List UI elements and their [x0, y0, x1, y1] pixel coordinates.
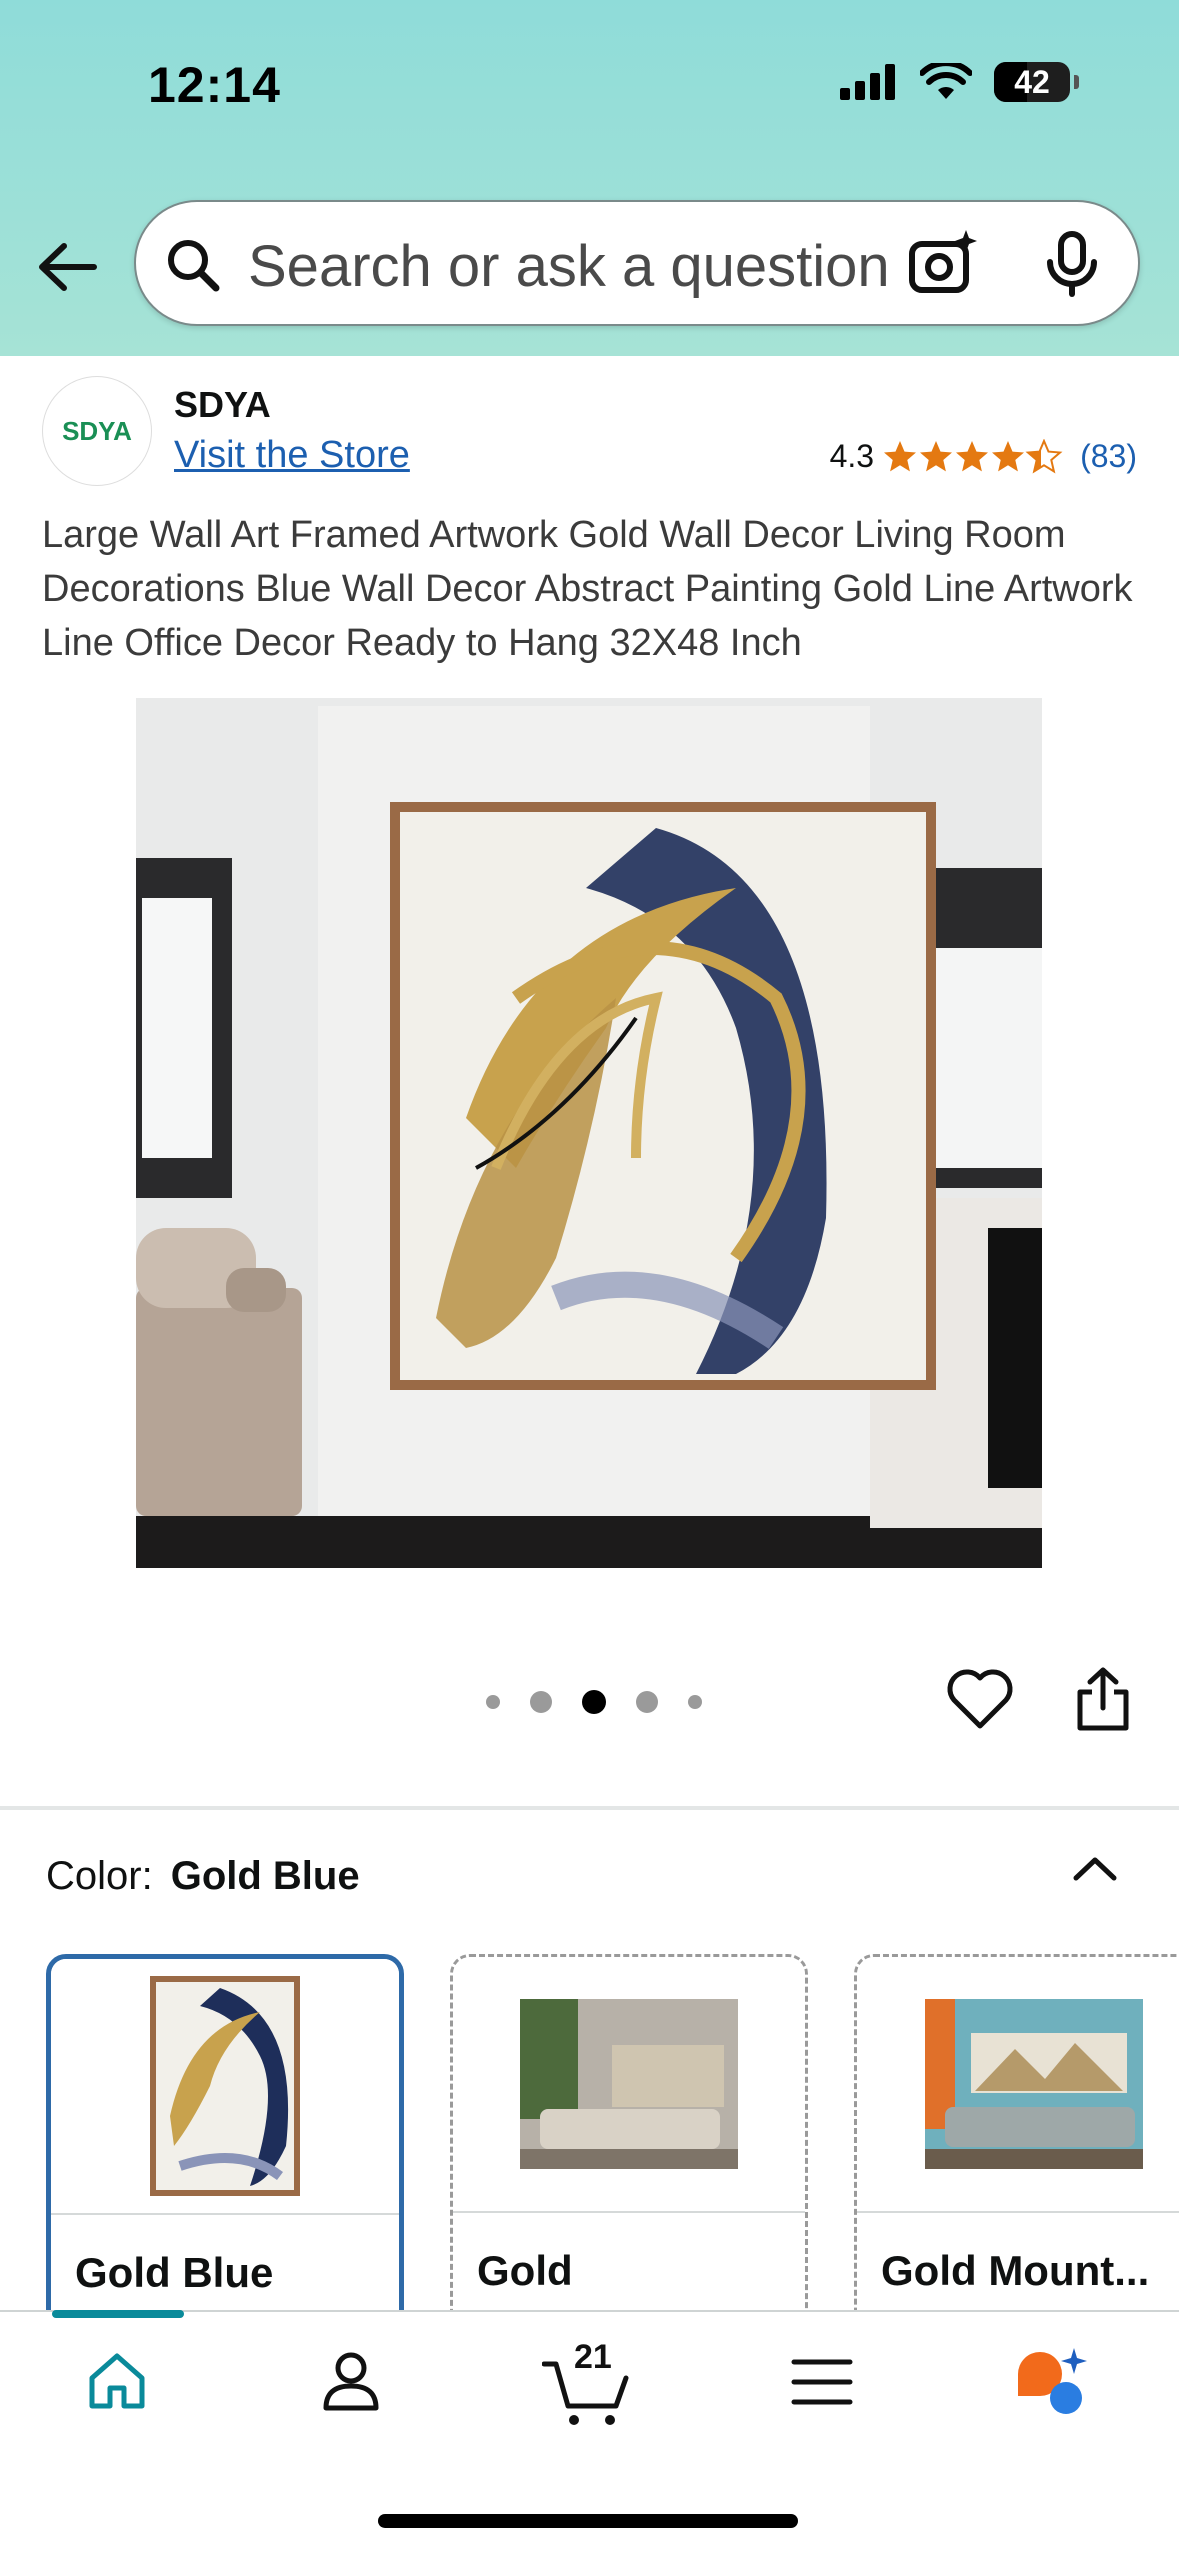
pager-dot[interactable] — [636, 1691, 658, 1713]
microphone-icon[interactable] — [1042, 228, 1102, 300]
app-header: 12:14 42 — [0, 0, 1179, 356]
pager-dot[interactable] — [530, 1691, 552, 1713]
product-image[interactable] — [136, 698, 1042, 1568]
search-input[interactable] — [246, 230, 950, 302]
swatch-image — [453, 1957, 805, 2211]
section-divider — [0, 1806, 1179, 1810]
visit-store-link[interactable]: Visit the Store — [174, 434, 410, 477]
rating-score: 4.3 — [829, 438, 875, 474]
home-icon[interactable] — [84, 2348, 150, 2414]
rating-count: (83) — [1080, 438, 1137, 474]
swatch-image — [51, 1959, 399, 2213]
search-bar[interactable] — [134, 200, 1140, 326]
cellular-signal-icon — [840, 64, 895, 100]
swatch-separator — [857, 2211, 1179, 2213]
swatch-label: Gold — [477, 2247, 573, 2294]
pager-dot-active[interactable] — [582, 1690, 606, 1714]
chevron-up-icon[interactable] — [1070, 1850, 1120, 1886]
cart-count: 21 — [574, 2338, 612, 2376]
menu-icon[interactable] — [790, 2352, 854, 2412]
heart-icon[interactable] — [946, 1666, 1014, 1734]
status-time: 12:14 — [148, 57, 281, 113]
rating-summary[interactable]: 4.3 (83) — [830, 438, 1137, 475]
product-title: Large Wall Art Framed Artwork Gold Wall … — [42, 514, 1133, 664]
swatch-separator — [51, 2213, 399, 2215]
color-label: Color: Gold Blue — [46, 1854, 360, 1898]
battery-tip — [1074, 75, 1079, 89]
wifi-icon — [920, 63, 972, 99]
swatch-image — [857, 1957, 1179, 2211]
image-pager[interactable] — [486, 1690, 702, 1714]
pager-dot[interactable] — [688, 1695, 702, 1709]
selected-color: Gold Blue — [170, 1854, 360, 1898]
search-icon — [168, 240, 220, 292]
swatch-separator — [453, 2211, 805, 2213]
swatch-label: Gold Mount... — [881, 2247, 1150, 2294]
brand-logo[interactable]: SDYA — [42, 376, 152, 486]
star-rating-icon — [884, 439, 1062, 472]
battery-icon: 42 — [994, 62, 1070, 102]
active-tab-indicator — [52, 2310, 184, 2318]
status-icons: 42 — [840, 62, 1079, 102]
back-arrow-icon[interactable] — [32, 232, 102, 302]
rufus-assistant-icon[interactable] — [1014, 2348, 1094, 2420]
battery-level: 42 — [1014, 63, 1050, 100]
brand-name: SDYA — [174, 384, 271, 425]
share-icon[interactable] — [1074, 1666, 1132, 1734]
swatch-label: Gold Blue — [75, 2249, 274, 2296]
product-photo — [136, 698, 1042, 1568]
account-icon[interactable] — [318, 2348, 384, 2414]
home-indicator — [378, 2514, 798, 2528]
camera-search-icon[interactable] — [906, 228, 978, 300]
pager-dot[interactable] — [486, 1695, 500, 1709]
